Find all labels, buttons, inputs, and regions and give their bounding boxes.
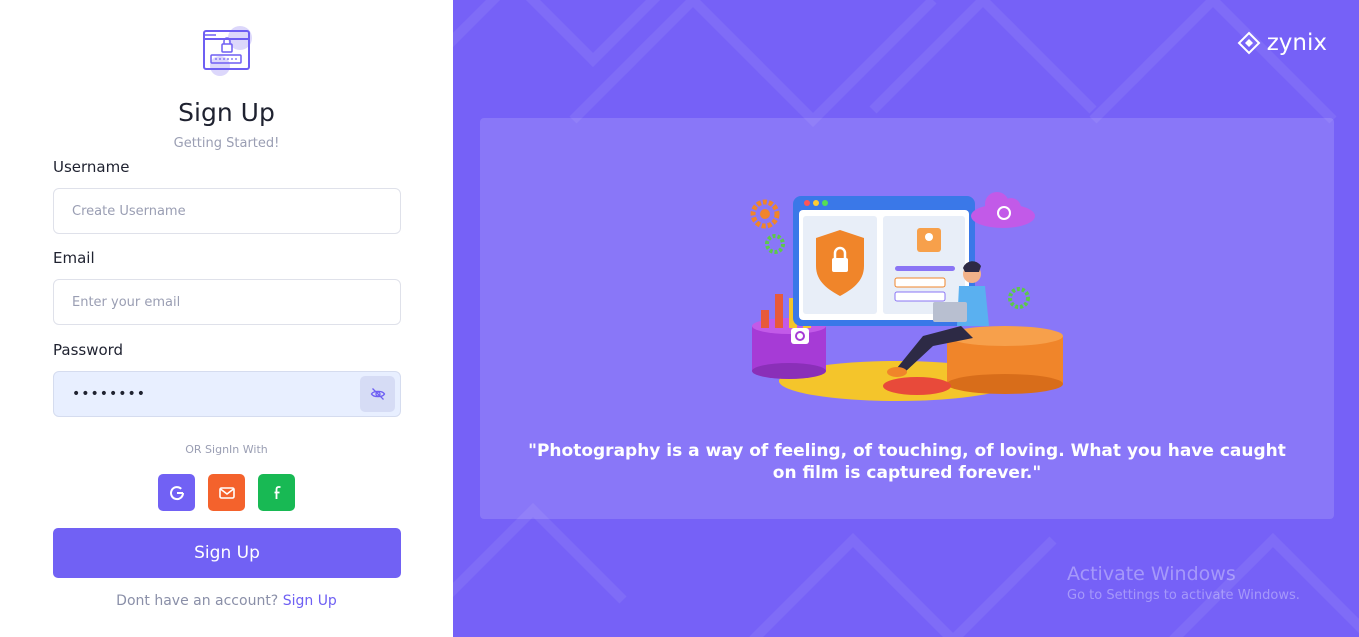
google-icon [169,485,184,500]
toggle-password-button[interactable] [360,376,395,412]
signup-button[interactable]: Sign Up [53,528,401,578]
zynix-logo-icon [1237,31,1261,55]
windows-activation-subtitle: Go to Settings to activate Windows. [1067,588,1300,603]
username-label: Username [53,158,130,176]
security-illustration [750,192,1063,401]
email-label: Email [53,249,95,267]
account-prompt: Dont have an account? Sign Up [0,593,453,609]
google-signin-button[interactable] [158,474,195,511]
mail-icon [218,486,235,499]
windows-activation-title: Activate Windows [1067,563,1236,585]
secure-browser-icon [200,22,256,78]
signup-panel: Sign Up Getting Started! Username Email … [0,0,453,637]
hero-quote: "Photography is a way of feeling, of tou… [528,441,1286,483]
email-input[interactable] [53,279,401,325]
mail-signin-button[interactable] [208,474,245,511]
page-subtitle: Getting Started! [173,136,280,151]
facebook-signin-button[interactable] [258,474,295,511]
brand-name: zynix [1266,30,1327,56]
or-signin-text: OR SignIn With [185,443,268,456]
password-label: Password [53,341,124,359]
facebook-icon [274,485,280,499]
password-input[interactable] [53,371,401,417]
account-text: Dont have an account? [116,593,279,609]
brand-logo: zynix [1237,30,1327,56]
hero-panel: zynix "Photography is a way of feeling, … [453,0,1359,637]
hero-card: "Photography is a way of feeling, of tou… [480,118,1334,519]
signup-link[interactable]: Sign Up [283,593,337,609]
eye-off-icon [370,388,385,400]
username-input[interactable] [53,188,401,234]
page-title: Sign Up [178,98,275,127]
